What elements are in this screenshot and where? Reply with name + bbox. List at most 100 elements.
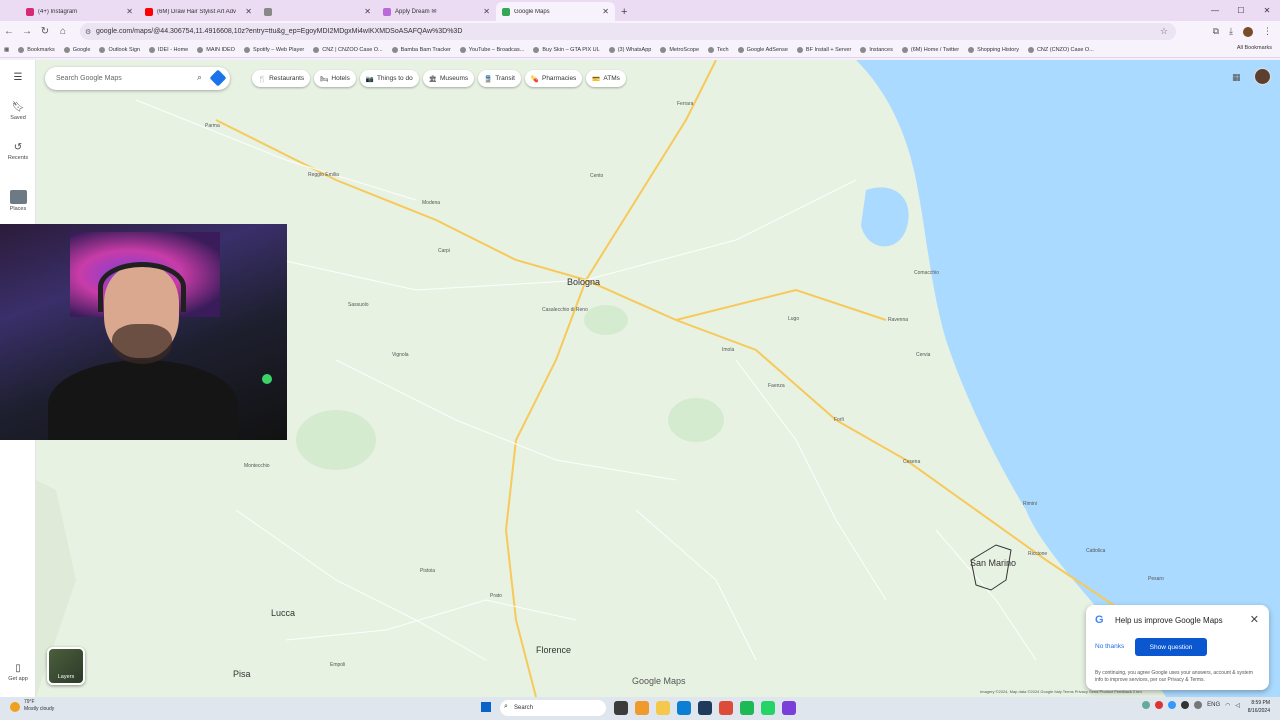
home-icon[interactable]: ⌂: [54, 26, 72, 37]
downloads-icon[interactable]: ⤓: [1229, 26, 1233, 37]
browser-tab[interactable]: Apply Dream ✉ ✕: [377, 2, 496, 21]
bookmark-item[interactable]: Outlook Sign: [99, 46, 140, 53]
tab-close-icon[interactable]: ✕: [245, 7, 252, 16]
apps-icon[interactable]: ▦: [4, 47, 9, 53]
map-city-label[interactable]: Ferrara: [677, 101, 693, 107]
category-chip[interactable]: 🚆 Transit: [478, 70, 521, 87]
browser-tab[interactable]: (6M) Draw Hair Stylist Art Adv ✕: [139, 2, 258, 21]
map-city-label[interactable]: Pisa: [233, 669, 251, 679]
map-city-label[interactable]: Modena: [422, 200, 440, 206]
profile-avatar[interactable]: [1243, 26, 1253, 37]
bookmark-item[interactable]: BF Install + Server: [796, 46, 851, 53]
google-apps-icon[interactable]: ▦: [1232, 72, 1241, 83]
extensions-icon[interactable]: ⧉: [1213, 26, 1219, 37]
directions-icon[interactable]: [209, 69, 227, 87]
tab-close-icon[interactable]: ✕: [602, 7, 609, 16]
no-thanks-button[interactable]: No thanks: [1095, 643, 1124, 650]
map-city-label[interactable]: Pesaro: [1148, 576, 1164, 582]
tray-icon[interactable]: [1181, 701, 1190, 709]
bookmark-item[interactable]: Buy Skin – GTA PIX UL: [533, 46, 600, 53]
map-city-label[interactable]: Riccione: [1028, 551, 1047, 557]
category-chip[interactable]: 🛏 Hotels: [314, 70, 356, 87]
rail-places[interactable]: Places: [0, 190, 36, 212]
bookmark-item[interactable]: (3) WhatsApp: [608, 46, 651, 53]
map-city-label[interactable]: San Marino: [970, 558, 1016, 568]
rail-saved[interactable]: 🔖︎ Saved: [0, 102, 36, 121]
category-chip[interactable]: 💊 Pharmacies: [524, 70, 583, 87]
back-icon[interactable]: ←: [0, 26, 18, 37]
clock[interactable]: 8:59 PM 8/16/2024: [1248, 700, 1270, 715]
bookmark-star-icon[interactable]: ☆: [1160, 26, 1168, 37]
task-view-icon[interactable]: [614, 701, 628, 715]
category-chip[interactable]: 🍴 Restaurants: [252, 70, 311, 87]
language-indicator[interactable]: ENG: [1207, 702, 1220, 708]
map-city-label[interactable]: Cervia: [916, 352, 930, 358]
taskbar-search[interactable]: ⌕ Search: [500, 700, 606, 716]
search-input[interactable]: Search Google Maps: [56, 75, 122, 82]
map-city-label[interactable]: Comacchio: [914, 270, 939, 276]
layers-button[interactable]: Layers: [47, 647, 85, 685]
reload-icon[interactable]: ↻: [36, 26, 54, 37]
tray-icon[interactable]: [1168, 701, 1177, 709]
menu-hamburger-icon[interactable]: ☰: [0, 72, 36, 85]
bookmark-item[interactable]: Tech: [708, 46, 729, 53]
map-city-label[interactable]: Cento: [590, 173, 603, 179]
bookmark-item[interactable]: MAIN IDEO: [197, 46, 235, 53]
map-city-label[interactable]: Florence: [536, 645, 571, 655]
map-city-label[interactable]: Prato: [490, 593, 502, 599]
map-city-label[interactable]: Vignola: [392, 352, 409, 358]
map-city-label[interactable]: Sassuolo: [348, 302, 369, 308]
bookmark-item[interactable]: Bookmarks: [18, 46, 55, 53]
map-city-label[interactable]: Pistoia: [420, 568, 435, 574]
whatsapp-icon[interactable]: [761, 701, 775, 715]
map-city-label[interactable]: Parma: [205, 123, 220, 129]
spotify-icon[interactable]: [740, 701, 754, 715]
account-avatar[interactable]: [1254, 68, 1271, 85]
wifi-icon[interactable]: ◠: [1225, 702, 1230, 709]
map-city-label[interactable]: Carpi: [438, 248, 450, 254]
category-chip[interactable]: 🏛 Museums: [422, 70, 475, 87]
browser-tab[interactable]: Google Maps ✕: [496, 2, 615, 21]
show-question-button[interactable]: Show question: [1135, 638, 1207, 656]
map-city-label[interactable]: Bologna: [567, 277, 600, 287]
map-city-label[interactable]: Casalecchio di Reno: [542, 307, 588, 313]
bookmark-item[interactable]: Bamba Bam Tracker: [391, 46, 451, 53]
map-city-label[interactable]: Imola: [722, 347, 734, 353]
file-explorer-icon[interactable]: [656, 701, 670, 715]
map-city-label[interactable]: Ravenna: [888, 317, 908, 323]
search-box[interactable]: Search Google Maps ⌕: [45, 67, 230, 90]
map-city-label[interactable]: Lucca: [271, 608, 295, 618]
bookmark-item[interactable]: IDEI - Home: [148, 46, 188, 53]
new-tab-button[interactable]: +: [621, 2, 627, 21]
tab-close-icon[interactable]: ✕: [483, 7, 490, 16]
chrome-icon[interactable]: [719, 701, 733, 715]
site-info-icon[interactable]: ⚙: [85, 28, 91, 36]
tab-close-icon[interactable]: ✕: [364, 7, 371, 16]
address-bar[interactable]: ⚙ google.com/maps/@44.306754,11.4916608,…: [80, 23, 1176, 40]
all-bookmarks-button[interactable]: All Bookmarks: [1237, 45, 1272, 51]
close-window-icon[interactable]: ✕: [1254, 0, 1280, 21]
map-city-label[interactable]: Reggio Emilia: [308, 172, 339, 178]
map-city-label[interactable]: Montecchio: [244, 463, 270, 469]
get-app-button[interactable]: ▯ Get app: [0, 663, 36, 682]
category-chip[interactable]: 💳 ATMs: [586, 70, 626, 87]
edge-icon[interactable]: [677, 701, 691, 715]
tab-close-icon[interactable]: ✕: [126, 7, 133, 16]
close-icon[interactable]: ✕: [1250, 613, 1259, 626]
search-icon[interactable]: ⌕: [197, 72, 202, 83]
bookmark-item[interactable]: CNZ (CNZO) Case O...: [1027, 46, 1094, 53]
tray-icon[interactable]: [1155, 701, 1164, 709]
bookmark-item[interactable]: Instances: [860, 46, 893, 53]
browser-tab[interactable]: ✕: [258, 2, 377, 21]
bookmark-item[interactable]: CNZ | CNZOO Case O...: [313, 46, 383, 53]
tray-icon[interactable]: [1142, 701, 1151, 709]
tray-icon[interactable]: [1194, 701, 1203, 709]
bookmark-item[interactable]: Shopping History: [968, 46, 1019, 53]
map-city-label[interactable]: Forlì: [834, 417, 844, 423]
map-city-label[interactable]: Faenza: [768, 383, 785, 389]
map-city-label[interactable]: Rimini: [1023, 501, 1037, 507]
maximize-icon[interactable]: ☐: [1228, 0, 1254, 21]
map-city-label[interactable]: Lugo: [788, 316, 799, 322]
bookmark-item[interactable]: Google AdSense: [737, 46, 788, 53]
rail-recents[interactable]: ↺ Recents: [0, 142, 36, 161]
